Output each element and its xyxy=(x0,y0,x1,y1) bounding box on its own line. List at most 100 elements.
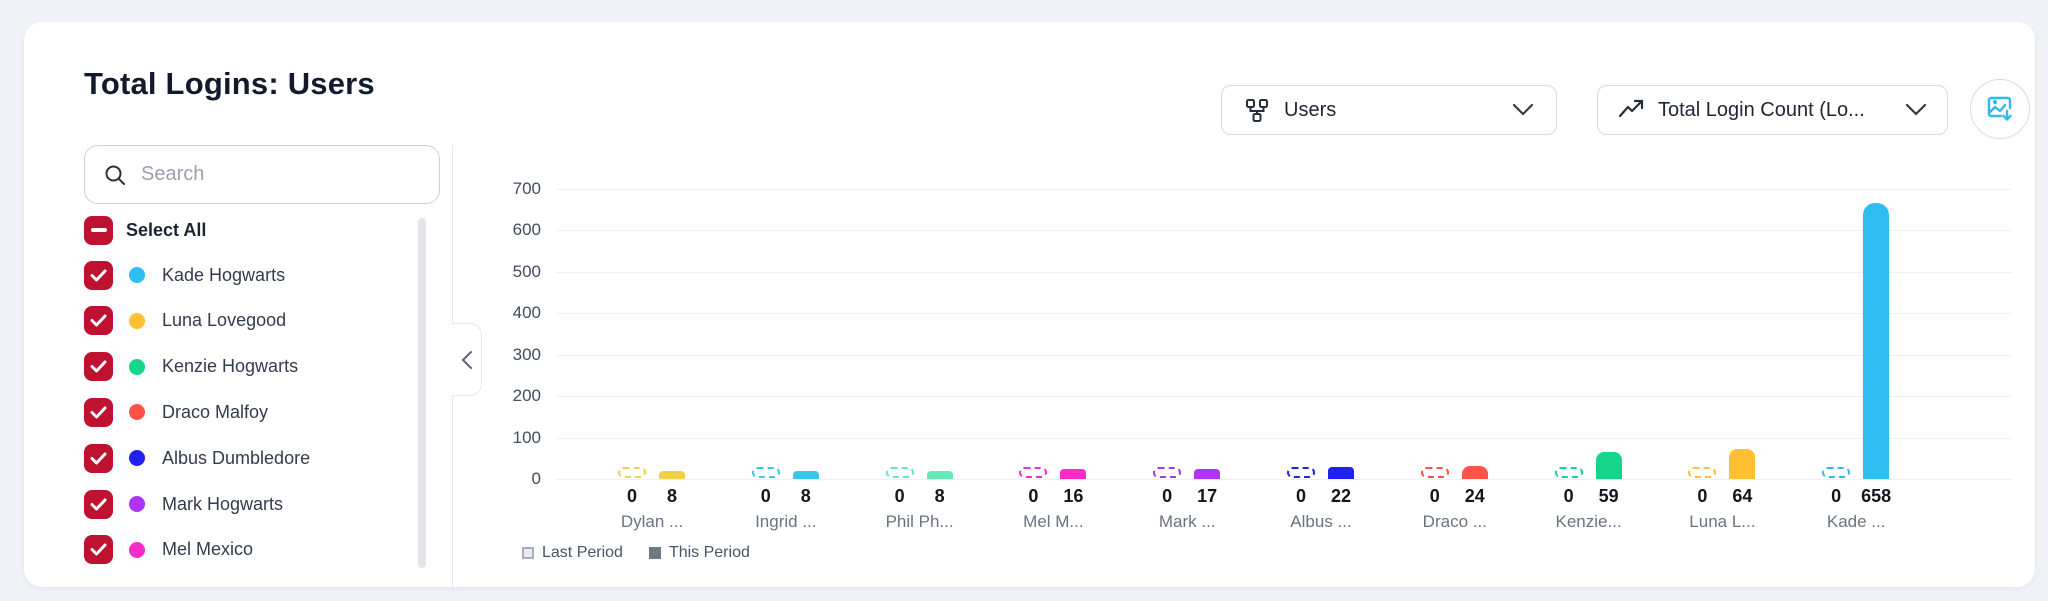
last-period-marker xyxy=(1153,467,1181,478)
user-series-color-dot xyxy=(129,267,145,283)
user-series-color-dot xyxy=(129,313,145,329)
y-axis-tick-label: 200 xyxy=(454,386,541,406)
x-axis-category-label: Kade ... xyxy=(1781,512,1931,532)
y-axis-tick-label: 600 xyxy=(454,220,541,240)
trend-up-icon xyxy=(1618,99,1644,121)
dimension-dropdown[interactable]: Users xyxy=(1221,85,1557,135)
last-period-legend-item[interactable]: Last Period xyxy=(542,544,623,562)
this-period-value-label: 59 xyxy=(1569,486,1649,507)
x-axis-category-label: Ingrid ... xyxy=(711,512,861,532)
user-series-color-dot xyxy=(129,404,145,420)
this-period-bar xyxy=(1462,466,1488,479)
x-axis-category-label: Albus ... xyxy=(1246,512,1396,532)
search-box xyxy=(84,145,440,204)
x-axis-category-label: Kenzie... xyxy=(1514,512,1664,532)
x-axis-category-label: Mark ... xyxy=(1112,512,1262,532)
chevron-down-icon xyxy=(1905,103,1927,117)
metric-dropdown[interactable]: Total Login Count (Lo... xyxy=(1597,85,1948,135)
y-axis-tick-label: 100 xyxy=(454,428,541,448)
this-period-bar xyxy=(1060,469,1086,479)
user-series-color-dot xyxy=(129,359,145,375)
user-checkbox-checked[interactable] xyxy=(84,352,113,381)
widget-card: Total Logins: Users Users Total Login Co… xyxy=(24,22,2035,587)
last-period-marker xyxy=(1421,467,1449,478)
x-axis-category-label: Dylan ... xyxy=(577,512,727,532)
user-filter-row[interactable]: Draco Malfoy xyxy=(84,394,414,430)
dimension-dropdown-label: Users xyxy=(1284,99,1512,122)
this-period-value-label: 22 xyxy=(1301,486,1381,507)
user-filter-row[interactable]: Mark Hogwarts xyxy=(84,486,414,522)
this-period-legend-item[interactable]: This Period xyxy=(669,544,750,562)
last-period-marker xyxy=(618,467,646,478)
last-period-marker xyxy=(1287,467,1315,478)
this-period-bar xyxy=(1194,469,1220,479)
user-label: Kenzie Hogwarts xyxy=(162,356,298,377)
this-period-bar xyxy=(1863,203,1889,479)
x-axis-category-label: Luna L... xyxy=(1647,512,1797,532)
user-label: Mel Mexico xyxy=(162,539,253,560)
this-period-bar xyxy=(659,471,685,479)
user-checkbox-checked[interactable] xyxy=(84,306,113,335)
user-label: Draco Malfoy xyxy=(162,402,268,423)
gridline xyxy=(556,313,2012,314)
page-title: Total Logins: Users xyxy=(84,66,375,102)
this-period-bar xyxy=(1729,449,1755,479)
search-icon xyxy=(103,163,127,187)
this-period-bar xyxy=(1596,452,1622,479)
user-series-color-dot xyxy=(129,450,145,466)
this-period-value-label: 8 xyxy=(766,486,846,507)
this-period-value-label: 658 xyxy=(1836,486,1916,507)
this-period-bar xyxy=(927,471,953,479)
user-filter-row[interactable]: Luna Lovegood xyxy=(84,303,414,339)
user-series-color-dot xyxy=(129,496,145,512)
select-all-label: Select All xyxy=(126,220,206,241)
gridline xyxy=(556,479,2012,480)
y-axis-tick-label: 700 xyxy=(454,179,541,199)
chart-legend: Last Period This Period xyxy=(522,544,776,562)
export-chart-button[interactable] xyxy=(1970,79,2030,139)
select-all-row[interactable]: Select All xyxy=(84,212,414,248)
this-period-bar xyxy=(793,471,819,479)
last-period-marker xyxy=(886,467,914,478)
user-label: Albus Dumbledore xyxy=(162,448,310,469)
user-checkbox-checked[interactable] xyxy=(84,490,113,519)
user-filter-row[interactable]: Albus Dumbledore xyxy=(84,440,414,476)
user-checkbox-checked[interactable] xyxy=(84,261,113,290)
x-axis-category-label: Draco ... xyxy=(1380,512,1530,532)
user-checkbox-checked[interactable] xyxy=(84,398,113,427)
gridline xyxy=(556,272,2012,273)
y-axis-tick-label: 300 xyxy=(454,345,541,365)
user-filter-row[interactable]: Kenzie Hogwarts xyxy=(84,349,414,385)
y-axis-tick-label: 400 xyxy=(454,303,541,323)
last-period-marker xyxy=(1688,467,1716,478)
x-axis-category-label: Phil Ph... xyxy=(845,512,995,532)
user-filter-row[interactable]: Mel Mexico xyxy=(84,532,414,568)
chevron-down-icon xyxy=(1512,103,1534,117)
user-series-color-dot xyxy=(129,542,145,558)
last-period-marker xyxy=(1555,467,1583,478)
list-scrollbar[interactable] xyxy=(418,218,426,568)
this-period-value-label: 17 xyxy=(1167,486,1247,507)
last-period-marker xyxy=(1822,467,1850,478)
user-checkbox-checked[interactable] xyxy=(84,444,113,473)
gridline xyxy=(556,355,2012,356)
export-image-icon xyxy=(1985,94,2015,124)
this-period-value-label: 24 xyxy=(1435,486,1515,507)
hierarchy-icon xyxy=(1244,97,1270,123)
last-period-marker xyxy=(1019,467,1047,478)
y-axis-tick-label: 500 xyxy=(454,262,541,282)
last-period-swatch xyxy=(522,547,534,559)
this-period-swatch xyxy=(649,547,661,559)
metric-dropdown-label: Total Login Count (Lo... xyxy=(1658,99,1905,122)
gridline xyxy=(556,189,2012,190)
this-period-value-label: 8 xyxy=(900,486,980,507)
user-filter-row[interactable]: Kade Hogwarts xyxy=(84,257,414,293)
user-checkbox-checked[interactable] xyxy=(84,535,113,564)
this-period-value-label: 64 xyxy=(1702,486,1782,507)
gridline xyxy=(556,438,2012,439)
this-period-value-label: 8 xyxy=(632,486,712,507)
search-input[interactable] xyxy=(139,162,393,187)
gridline xyxy=(556,230,2012,231)
user-label: Luna Lovegood xyxy=(162,310,286,331)
select-all-checkbox-indeterminate[interactable] xyxy=(84,216,113,245)
